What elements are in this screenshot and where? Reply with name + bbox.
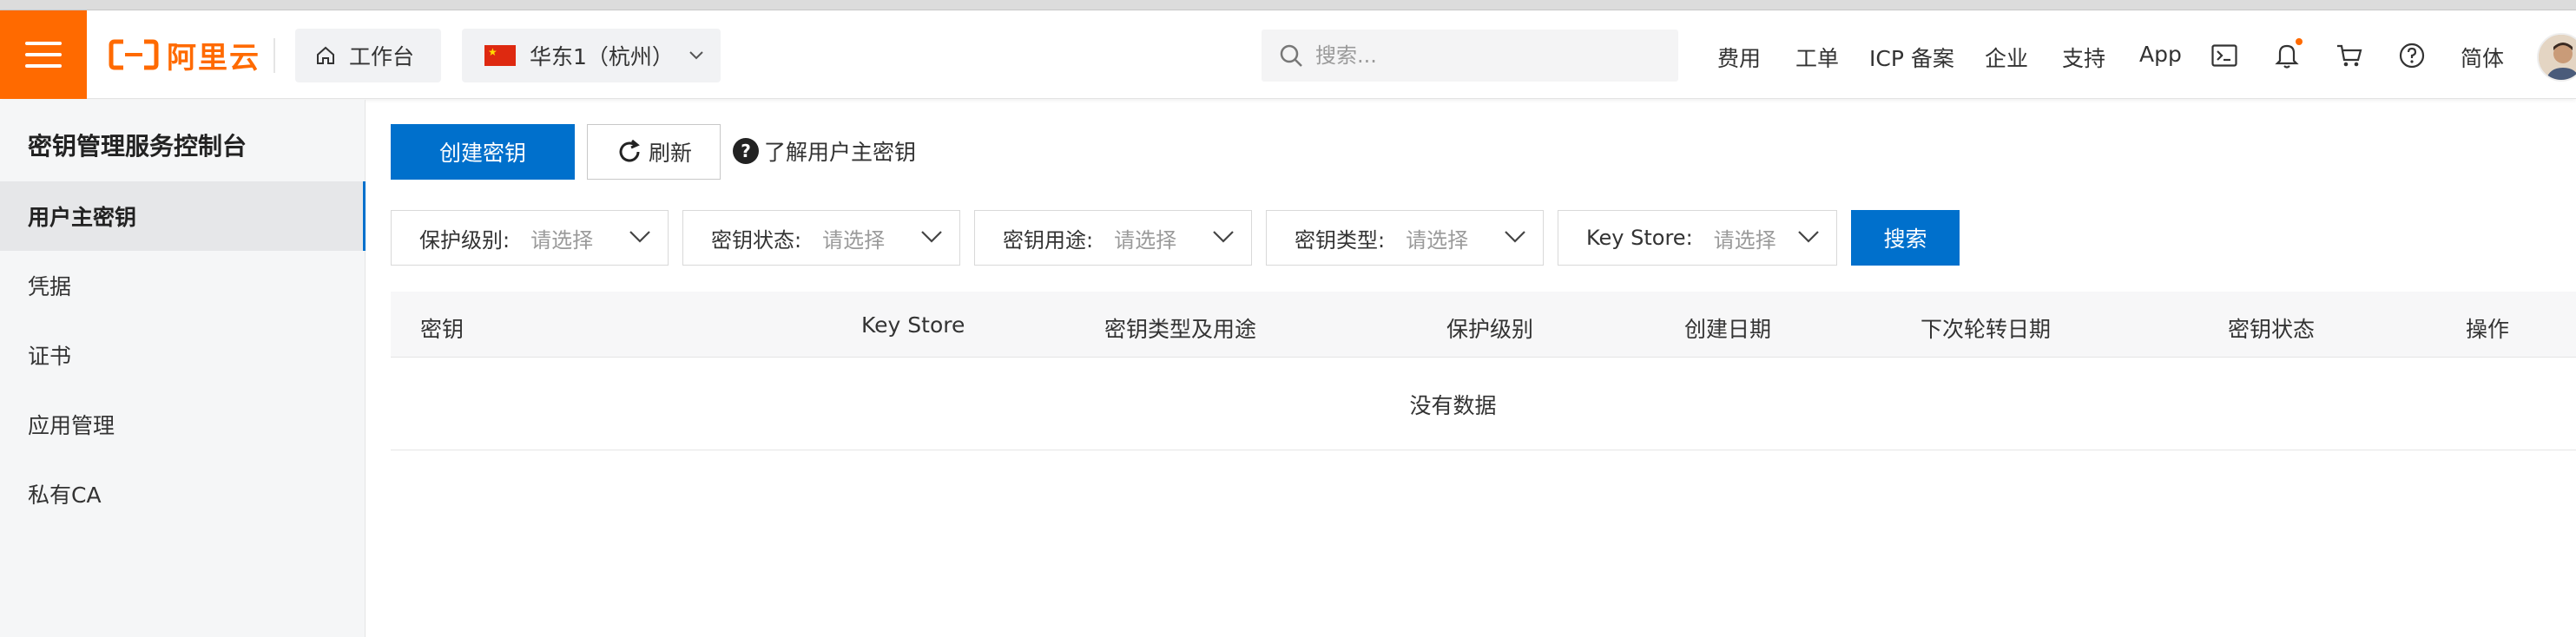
billing-link[interactable]: 费用 — [1717, 42, 1761, 73]
filter-value: 请选择 — [1713, 227, 1776, 253]
notification-button[interactable] — [2271, 38, 2303, 71]
region-label: 华东1（杭州） — [530, 44, 674, 69]
column-header-created-date[interactable]: 创建日期 — [1684, 312, 1771, 344]
filter-label: 密钥状态: — [711, 227, 802, 253]
cart-button[interactable] — [2334, 40, 2365, 71]
sidebar-title: 密钥管理服务控制台 — [28, 132, 247, 161]
top-navigation-bar: 阿里云 工作台 华东1（杭州） 费用 工单 ICP 备案 企业 支持 App — [0, 10, 2576, 99]
terminal-icon — [2211, 44, 2237, 67]
learn-master-key-link[interactable]: ? 了解用户主密钥 — [733, 135, 916, 167]
hamburger-menu-button[interactable] — [0, 10, 87, 99]
column-header-next-rotation-date[interactable]: 下次轮转日期 — [1920, 312, 2051, 344]
filter-value: 请选择 — [822, 227, 886, 253]
bell-icon — [2275, 44, 2299, 69]
question-circle-icon: ? — [733, 138, 759, 164]
menu-bar-icon — [25, 64, 62, 68]
home-icon — [317, 46, 334, 64]
column-header-actions: 操作 — [2466, 317, 2510, 342]
menu-bar-icon — [25, 42, 62, 45]
chevron-down-icon — [629, 231, 650, 243]
column-header-key-status[interactable]: 密钥状态 — [2228, 312, 2315, 344]
table-header: 密钥 Key Store 密钥类型及用途 保护级别 创建日期 下次轮转日期 密钥… — [391, 292, 2576, 358]
logo-text: 阿里云 — [167, 40, 260, 76]
sidebar-item-private-ca[interactable]: 私有CA — [0, 459, 366, 529]
chevron-down-icon — [921, 231, 942, 243]
sidebar-item-credentials[interactable]: 凭据 — [0, 251, 366, 320]
search-icon — [1280, 44, 1302, 67]
refresh-label: 刷新 — [648, 141, 692, 166]
help-link-label: 了解用户主密钥 — [764, 140, 917, 165]
key-type-filter[interactable]: 密钥类型: 请选择 — [1266, 210, 1544, 266]
sidebar-item-label: 应用管理 — [28, 413, 115, 438]
browser-strip — [0, 0, 2576, 10]
avatar[interactable] — [2537, 33, 2576, 82]
column-header-key-store[interactable]: Key Store — [861, 312, 965, 338]
user-avatar-icon — [2539, 35, 2576, 80]
logo-divider — [273, 38, 275, 73]
key-status-filter[interactable]: 密钥状态: 请选择 — [682, 210, 960, 266]
language-switch[interactable]: 简体 — [2461, 42, 2504, 73]
column-header-key[interactable]: 密钥 — [420, 312, 464, 344]
empty-text: 没有数据 — [1409, 392, 1497, 418]
cart-icon — [2337, 44, 2362, 67]
sidebar-item-user-master-key[interactable]: 用户主密钥 — [0, 181, 366, 251]
sidebar-item-label: 凭据 — [28, 274, 72, 299]
workbench-label: 工作台 — [349, 44, 415, 69]
china-flag-icon — [484, 45, 516, 66]
sidebar: 密钥管理服务控制台 用户主密钥 凭据 证书 应用管理 私有CA — [0, 100, 366, 637]
filter-value: 请选择 — [530, 227, 594, 253]
icp-filing-link[interactable]: ICP 备案 — [1869, 42, 1954, 73]
app-link[interactable]: App — [2139, 42, 2182, 67]
sidebar-item-label: 私有CA — [28, 483, 102, 508]
global-search[interactable] — [1262, 30, 1678, 82]
notification-dot — [2296, 38, 2303, 45]
filter-label: 密钥用途: — [1003, 227, 1094, 253]
sidebar-item-label: 用户主密钥 — [28, 205, 137, 230]
sidebar-item-app-management[interactable]: 应用管理 — [0, 390, 366, 459]
enterprise-link[interactable]: 企业 — [1985, 42, 2028, 73]
help-button[interactable] — [2396, 40, 2428, 71]
search-input[interactable] — [1315, 43, 1663, 68]
sidebar-item-label: 证书 — [28, 344, 72, 369]
refresh-button[interactable]: 刷新 — [587, 124, 721, 180]
aliyun-logo-mark-icon — [109, 39, 159, 70]
help-icon — [2399, 43, 2425, 69]
workbench-button[interactable]: 工作台 — [295, 29, 441, 82]
create-key-button[interactable]: 创建密钥 — [391, 124, 575, 180]
filter-label: 密钥类型: — [1295, 227, 1386, 253]
chevron-down-icon — [689, 51, 703, 60]
search-button[interactable]: 搜索 — [1851, 210, 1960, 266]
support-link[interactable]: 支持 — [2062, 42, 2105, 73]
chevron-down-icon — [1213, 231, 1234, 243]
sidebar-item-certificates[interactable]: 证书 — [0, 320, 366, 390]
refresh-icon — [619, 139, 640, 162]
column-header-protection-level[interactable]: 保护级别 — [1446, 312, 1533, 344]
ticket-link[interactable]: 工单 — [1795, 42, 1839, 73]
aliyun-logo[interactable]: 阿里云 — [108, 35, 260, 76]
column-header-key-type-usage[interactable]: 密钥类型及用途 — [1104, 312, 1256, 344]
chevron-down-icon — [1798, 231, 1819, 243]
filter-label: Key Store: — [1586, 226, 1693, 250]
region-selector[interactable]: 华东1（杭州） — [462, 29, 721, 82]
filter-value: 请选择 — [1406, 227, 1469, 253]
filter-label: 保护级别: — [419, 227, 511, 253]
key-usage-filter[interactable]: 密钥用途: 请选择 — [974, 210, 1252, 266]
key-store-filter[interactable]: Key Store: 请选择 — [1558, 210, 1837, 266]
terminal-button[interactable] — [2209, 40, 2240, 71]
filter-value: 请选择 — [1114, 227, 1177, 253]
chevron-down-icon — [1505, 231, 1525, 243]
menu-bar-icon — [25, 53, 62, 56]
protection-level-filter[interactable]: 保护级别: 请选择 — [391, 210, 669, 266]
table-empty-state: 没有数据 — [391, 358, 2576, 450]
